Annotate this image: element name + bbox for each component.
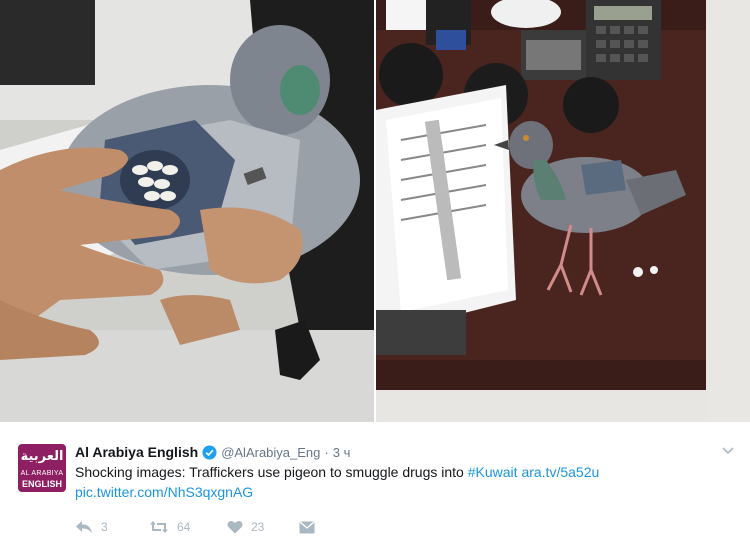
heart-icon <box>227 521 243 534</box>
reply-count: 3 <box>101 520 108 534</box>
tweet-actions: 3 64 23 <box>75 517 315 537</box>
author-name[interactable]: Al Arabiya English <box>75 444 198 460</box>
avatar[interactable]: العربية AL ARABIYA ENGLISH <box>18 444 66 492</box>
pic-link[interactable]: pic.twitter.com/NhS3qxgnAG <box>75 484 253 500</box>
hashtag-link[interactable]: #Kuwait <box>468 464 518 480</box>
tweet-header: Al Arabiya English @AlArabiya_Eng · 3 ч <box>75 443 350 461</box>
like-button[interactable]: 23 <box>227 520 299 534</box>
avatar-arabic-text: العربية <box>20 449 64 464</box>
direct-message-button[interactable] <box>299 520 315 534</box>
like-count: 23 <box>251 520 265 534</box>
reply-button[interactable]: 3 <box>75 520 135 534</box>
tweet-media[interactable] <box>0 0 750 422</box>
tweet-timestamp[interactable]: 3 ч <box>333 445 351 460</box>
verified-badge-icon <box>202 444 217 460</box>
author-handle[interactable]: @AlArabiya_Eng <box>221 445 320 460</box>
reply-icon <box>76 521 92 533</box>
left-photo[interactable] <box>0 0 374 422</box>
tweet-text: Shocking images: Traffickers use pigeon … <box>75 462 725 502</box>
url-link[interactable]: ara.tv/5a52u <box>521 464 599 480</box>
tweet[interactable]: العربية AL ARABIYA ENGLISH Al Arabiya En… <box>0 422 750 554</box>
tweet-text-main: Shocking images: Traffickers use pigeon … <box>75 464 468 480</box>
right-photo[interactable] <box>376 0 750 422</box>
chevron-down-icon[interactable] <box>722 446 734 456</box>
retweet-button[interactable]: 64 <box>149 520 227 534</box>
retweet-icon <box>150 521 168 533</box>
header-separator: · <box>324 444 329 460</box>
retweet-count: 64 <box>177 520 191 534</box>
envelope-icon <box>299 520 315 533</box>
avatar-line2: ENGLISH <box>21 479 62 489</box>
avatar-line1: AL ARABIYA <box>20 470 64 477</box>
